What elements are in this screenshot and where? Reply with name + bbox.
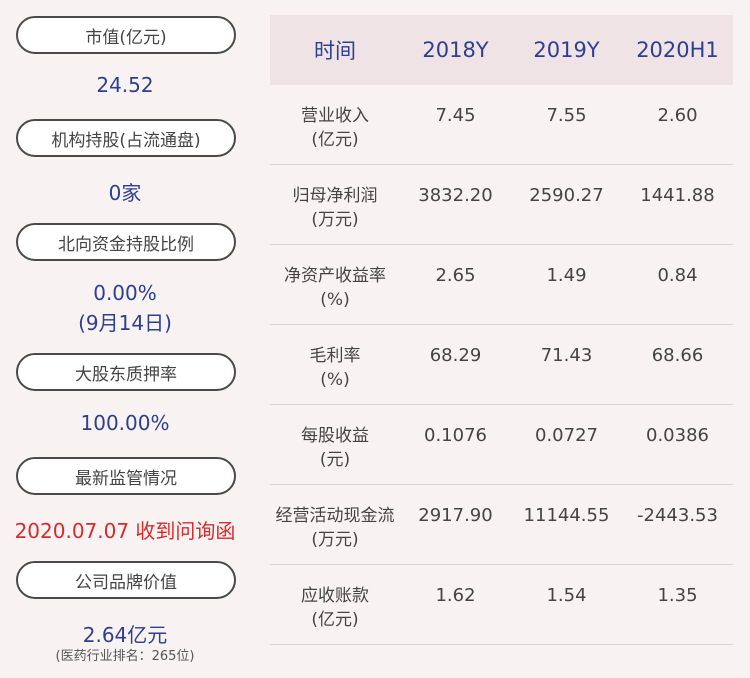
table-row: 每股收益 (元) 0.1076 0.0727 0.0386 (270, 405, 733, 485)
row-label: 净资产收益率 (%) (270, 245, 400, 312)
table-row: 净资产收益率 (%) 2.65 1.49 0.84 (270, 245, 733, 325)
table-header: 时间 2018Y 2019Y 2020H1 (270, 15, 733, 85)
table-cell: 0.1076 (424, 425, 487, 446)
metric-name: 营业收入 (301, 106, 369, 126)
table-cell: 2.65 (435, 265, 476, 286)
metric-name: 毛利率 (309, 346, 361, 366)
table-cell: 0.0727 (535, 425, 598, 446)
market-cap-label: 市值(亿元) (16, 16, 236, 54)
brand-value-rank: (医药行业排名：265位) (55, 649, 195, 664)
metric-unit: (万元) (311, 530, 359, 550)
metric-unit: (万元) (311, 210, 359, 230)
table-cell: 68.66 (651, 345, 704, 366)
table-row: 营业收入 (亿元) 7.45 7.55 2.60 (270, 85, 733, 165)
metric-name: 经营活动现金流 (275, 506, 395, 526)
regulation-label: 最新监管情况 (16, 457, 236, 495)
metric-unit: (亿元) (311, 610, 359, 630)
northbound-ratio-value: 0.00% (93, 281, 157, 305)
table-cell: 1441.88 (640, 185, 715, 206)
table-cell: 3832.20 (418, 185, 493, 206)
metric-unit: (%) (320, 370, 350, 390)
table-cell: 7.55 (546, 105, 587, 126)
table-cell: 1.49 (546, 265, 587, 286)
table-cell: 2590.27 (529, 185, 604, 206)
header-period: 时间 (314, 39, 356, 63)
row-label: 经营活动现金流 (万元) (270, 485, 400, 552)
metric-name: 归母净利润 (292, 186, 378, 206)
pledge-ratio-label: 大股东质押率 (16, 353, 236, 391)
header-2018: 2018Y (422, 38, 489, 62)
table-cell: 2917.90 (418, 505, 493, 526)
table-row: 应收账款 (亿元) 1.62 1.54 1.35 (270, 565, 733, 645)
header-2020h1: 2020H1 (636, 38, 719, 62)
metric-name: 应收账款 (301, 586, 369, 606)
metric-name: 每股收益 (301, 426, 369, 446)
table-cell: 2.60 (657, 105, 698, 126)
metric-unit: (亿元) (311, 130, 359, 150)
metric-unit: (%) (320, 290, 350, 310)
table-row: 毛利率 (%) 68.29 71.43 68.66 (270, 325, 733, 405)
table-cell: 1.35 (657, 585, 698, 606)
northbound-ratio-label: 北向资金持股比例 (16, 223, 236, 261)
table-cell: 0.84 (657, 265, 698, 286)
table-cell: 11144.55 (523, 505, 610, 526)
institutional-holdings-label: 机构持股(占流通盘) (16, 119, 236, 157)
metric-unit: (元) (319, 450, 351, 470)
table-cell: 0.0386 (646, 425, 709, 446)
pledge-ratio-value: 100.00% (80, 411, 170, 435)
regulation-value: 2020.07.07 收到问询函 (14, 519, 236, 543)
table-cell: 1.54 (546, 585, 587, 606)
institutional-holdings-value: 0家 (108, 181, 142, 205)
financial-table: 时间 2018Y 2019Y 2020H1 营业收入 (亿元) 7.45 7.55… (270, 15, 733, 645)
northbound-ratio-date: (9月14日) (78, 311, 172, 335)
table-cell: 1.62 (435, 585, 476, 606)
row-label: 归母净利润 (万元) (270, 165, 400, 232)
row-label: 毛利率 (%) (270, 325, 400, 392)
table-row: 经营活动现金流 (万元) 2917.90 11144.55 -2443.53 (270, 485, 733, 565)
row-label: 每股收益 (元) (270, 405, 400, 472)
brand-value-label: 公司品牌价值 (16, 561, 236, 599)
market-cap-value: 24.52 (96, 73, 154, 97)
metric-name: 净资产收益率 (284, 266, 386, 286)
table-cell: 7.45 (435, 105, 476, 126)
brand-value-value: 2.64亿元 (82, 623, 168, 647)
header-2019: 2019Y (533, 38, 600, 62)
table-cell: 68.29 (429, 345, 482, 366)
row-label: 营业收入 (亿元) (270, 85, 400, 152)
row-label: 应收账款 (亿元) (270, 565, 400, 632)
table-row: 归母净利润 (万元) 3832.20 2590.27 1441.88 (270, 165, 733, 245)
table-cell: 71.43 (540, 345, 593, 366)
table-cell: -2443.53 (637, 505, 718, 526)
summary-panel: 市值(亿元) 24.52 机构持股(占流通盘) 0家 北向资金持股比例 0.00… (0, 0, 250, 678)
